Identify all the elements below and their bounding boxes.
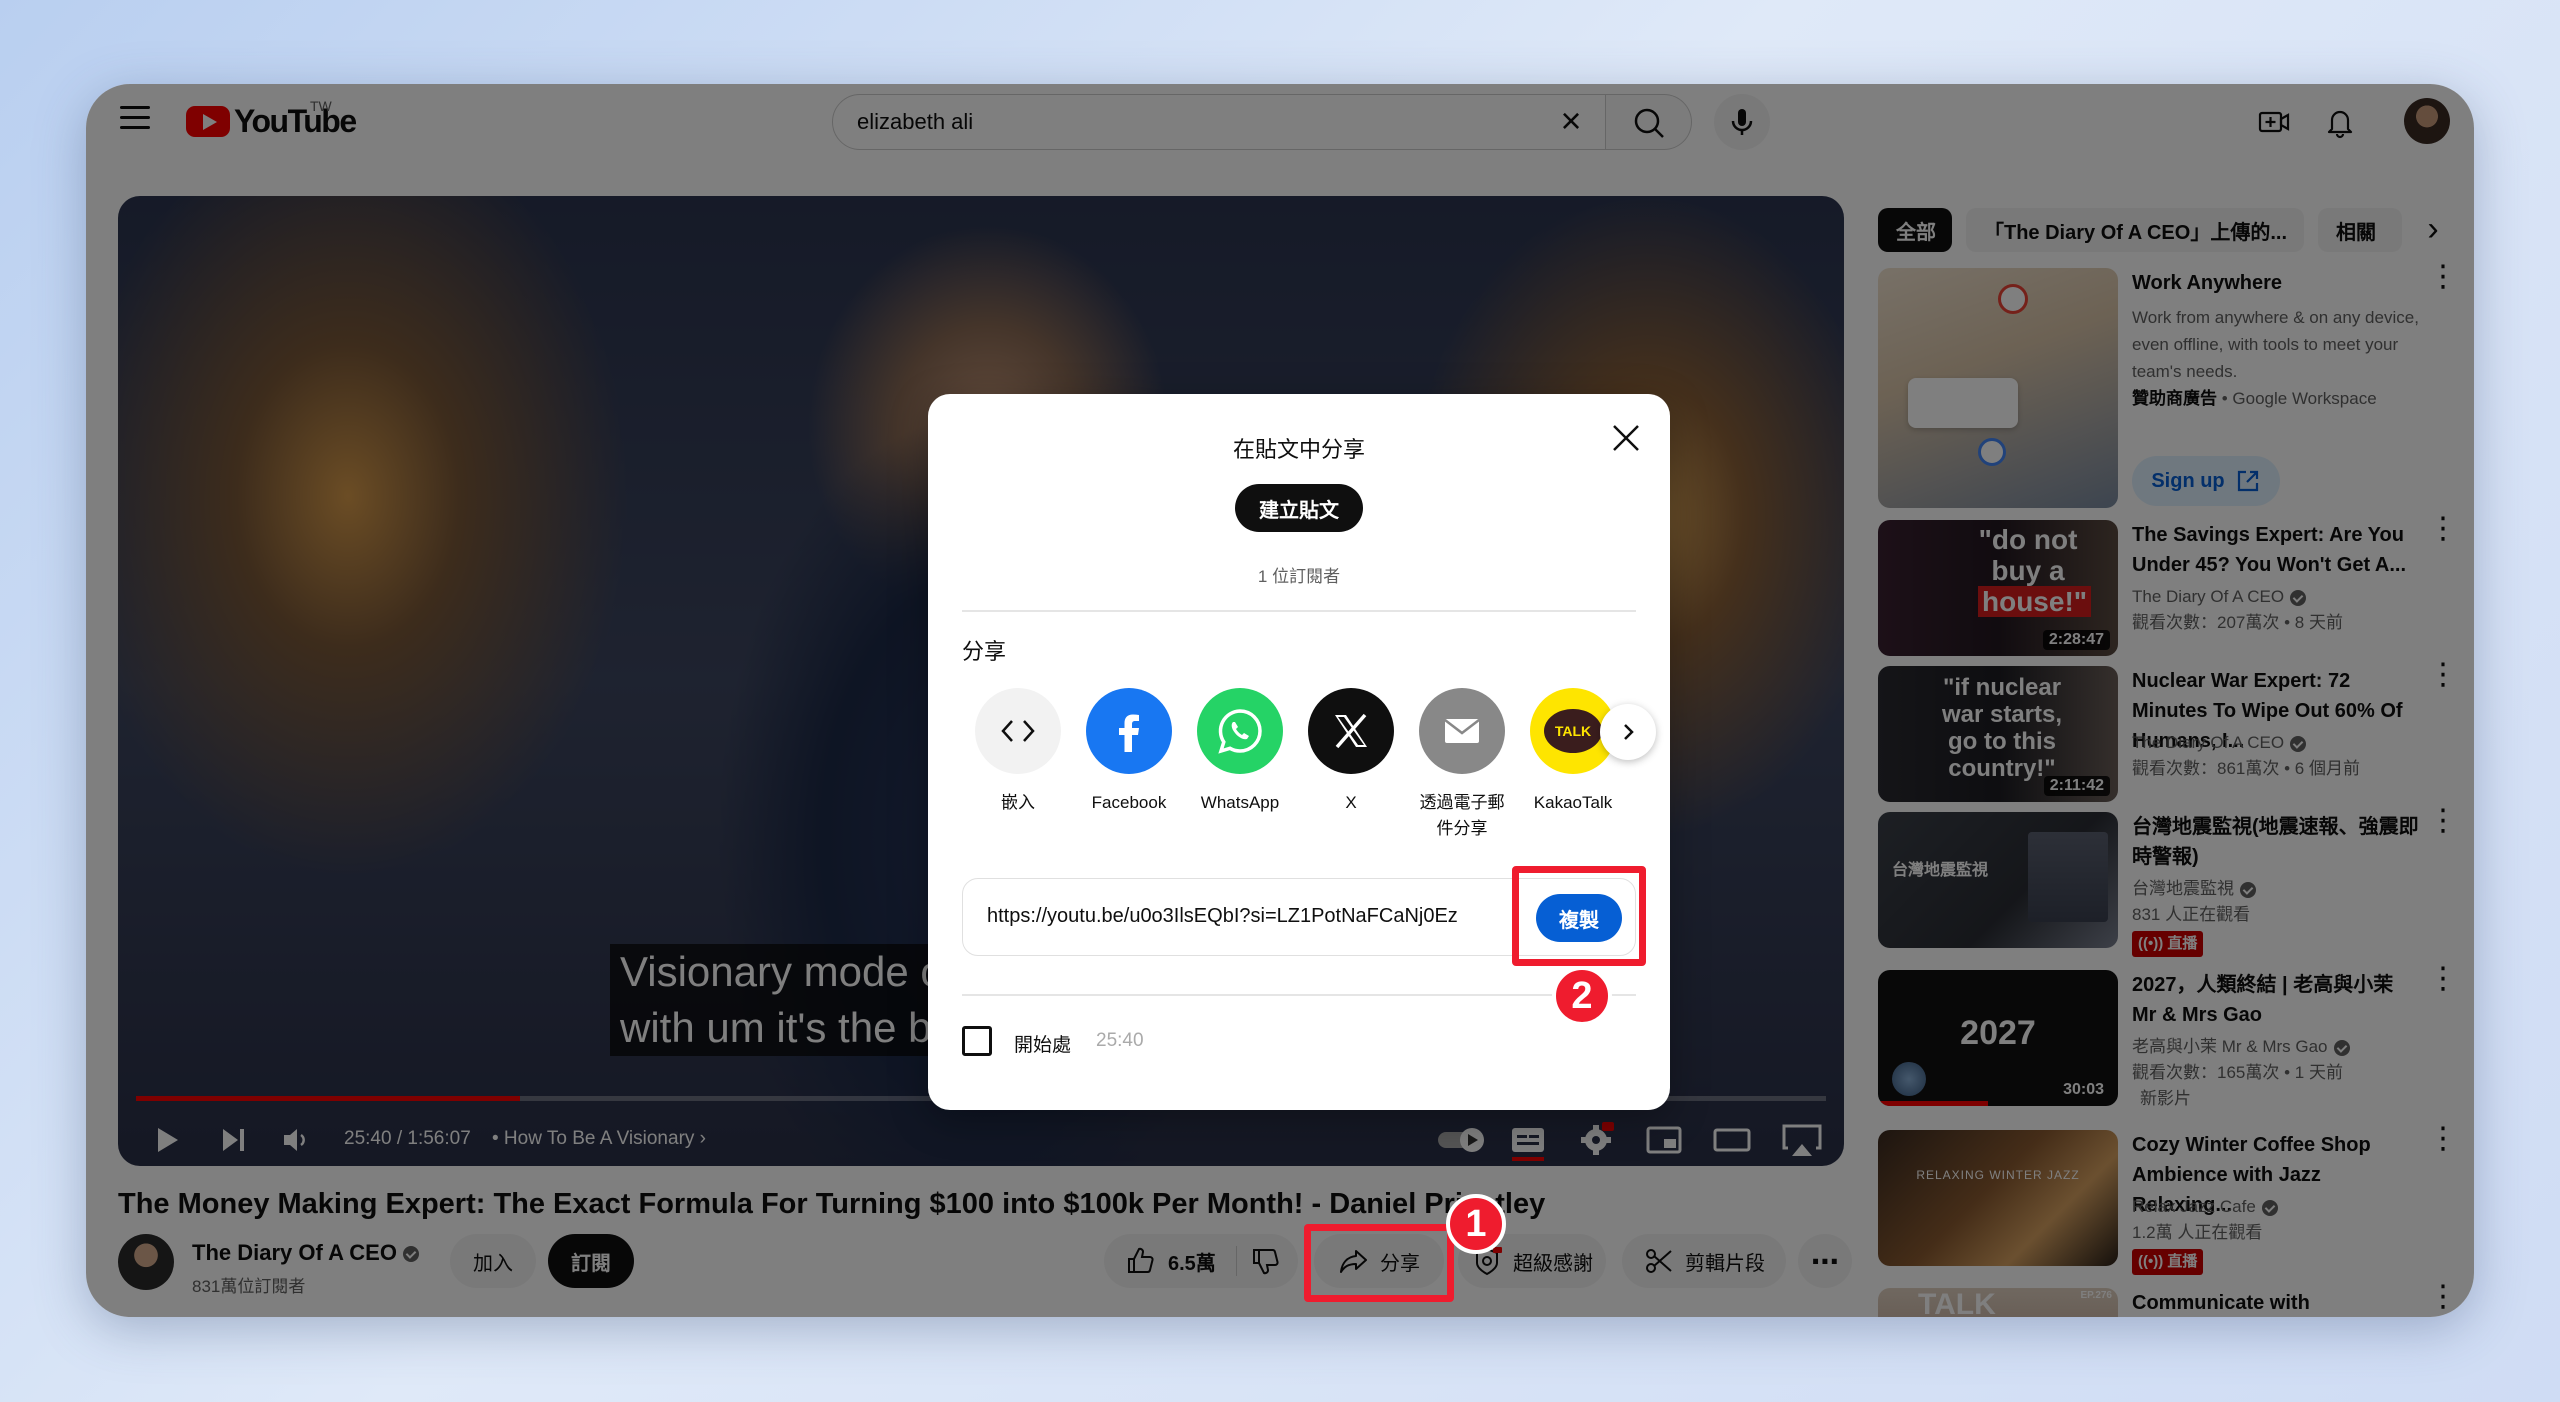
facebook-icon [1119,714,1139,752]
share-whatsapp[interactable]: WhatsApp [1190,688,1290,816]
embed-icon [1001,720,1035,742]
close-icon[interactable] [1608,420,1644,456]
share-facebook[interactable]: Facebook [1079,688,1179,816]
kakaotalk-icon: TALK [1544,709,1602,753]
browser-window: YouTube TW × Visionary mode often with u… [86,84,2474,1317]
subscriber-count: 1 位訂閱者 [1257,567,1341,586]
start-at-checkbox[interactable] [962,1026,992,1056]
share-target-label: WhatsApp [1200,793,1280,812]
share-target-label: 嵌入 [1001,793,1035,812]
share-url[interactable]: https://youtu.be/u0o3IlsEQbI?si=LZ1PotNa… [987,905,1458,928]
create-post-button[interactable]: 建立貼文 [1235,484,1363,532]
share-x[interactable]: X [1301,688,1401,816]
share-embed[interactable]: 嵌入 [968,688,1068,816]
share-heading: 分享 [962,639,1007,664]
share-target-label: Facebook [1091,793,1167,812]
share-next-button[interactable] [1600,704,1656,760]
kakao-text: TALK [1554,723,1592,739]
share-target-label: KakaoTalk [1533,793,1613,812]
share-target-label: 透過電子郵件分享 [1419,793,1505,838]
chevron-right-icon [1624,724,1634,740]
email-icon [1444,719,1480,743]
annotation-badge-1: 1 [1446,1194,1506,1254]
divider [962,994,1636,996]
dialog-title: 在貼文中分享 [1232,437,1365,462]
whatsapp-icon [1218,709,1262,754]
divider [962,610,1636,612]
annotation-box-copy [1512,866,1646,966]
start-at-label: 開始處 [1014,1035,1072,1056]
share-target-label: X [1345,793,1357,812]
annotation-box-share [1304,1224,1454,1302]
annotation-badge-2: 2 [1552,966,1612,1026]
share-email[interactable]: 透過電子郵件分享 [1412,688,1512,842]
start-at-time[interactable]: 25:40 [1096,1030,1144,1052]
x-icon [1335,713,1367,749]
